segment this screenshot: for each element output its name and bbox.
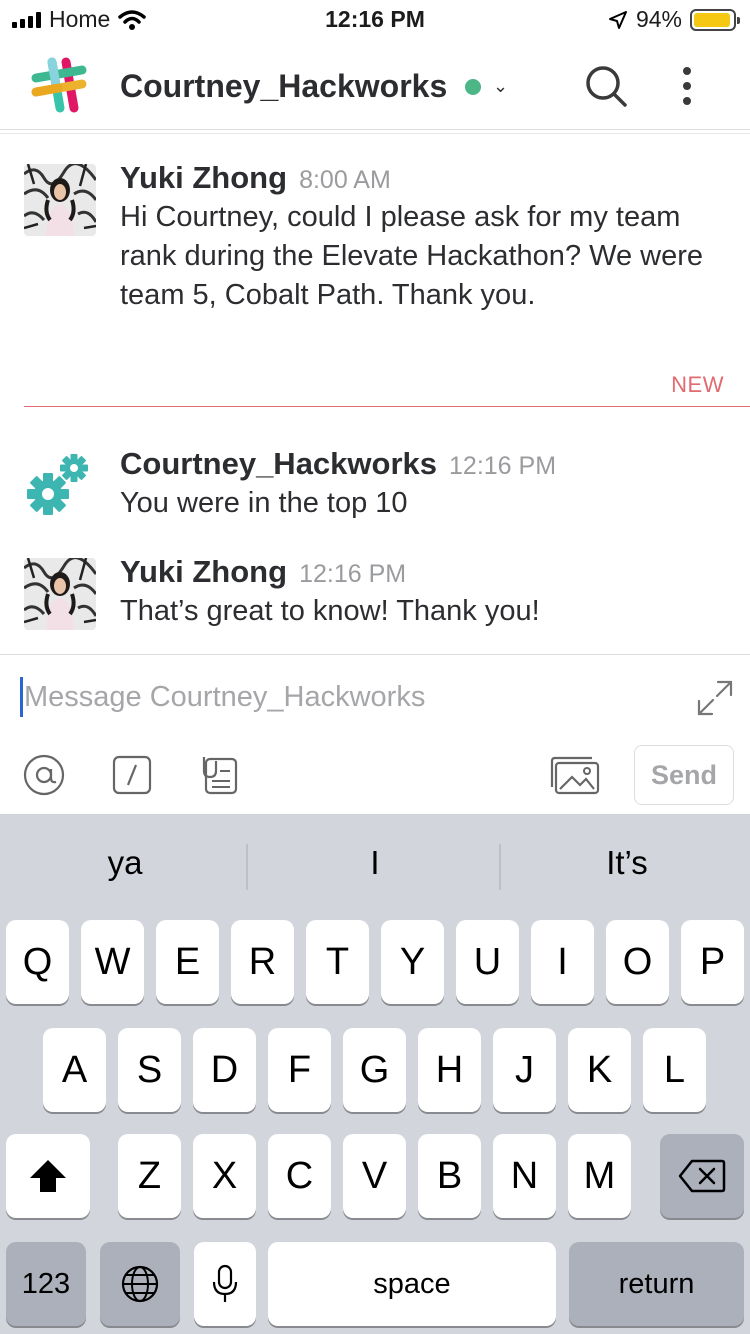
author-name[interactable]: Yuki Zhong xyxy=(120,160,287,195)
return-key[interactable]: return xyxy=(569,1242,744,1326)
slack-logo-icon[interactable] xyxy=(30,56,88,114)
key-s[interactable]: S xyxy=(118,1028,181,1112)
message-timestamp: 12:16 PM xyxy=(299,560,407,588)
message-timestamp: 12:16 PM xyxy=(449,452,557,480)
expand-icon[interactable] xyxy=(696,679,734,717)
photo-icon[interactable] xyxy=(550,753,600,797)
key-v[interactable]: V xyxy=(343,1134,406,1218)
location-arrow-icon xyxy=(608,10,627,29)
key-r[interactable]: R xyxy=(231,920,294,1004)
message-author[interactable]: Yuki Zhong 12:16 PM xyxy=(120,554,406,590)
suggestion-item[interactable]: I xyxy=(250,844,500,882)
new-messages-label: NEW xyxy=(671,372,724,397)
key-f[interactable]: F xyxy=(268,1028,331,1112)
key-k[interactable]: K xyxy=(568,1028,631,1112)
numbers-key[interactable]: 123 xyxy=(6,1242,86,1326)
text-cursor xyxy=(20,677,23,717)
key-y[interactable]: Y xyxy=(381,920,444,1004)
author-name[interactable]: Yuki Zhong xyxy=(120,554,287,589)
message-text: That’s great to know! Thank you! xyxy=(120,595,540,627)
message-input[interactable] xyxy=(24,675,664,719)
battery-icon xyxy=(690,8,740,31)
key-i[interactable]: I xyxy=(531,920,594,1004)
microphone-icon xyxy=(212,1264,238,1302)
status-bar: Home 12:16 PM 94% xyxy=(0,0,750,40)
key-c[interactable]: C xyxy=(268,1134,331,1218)
suggestion-item[interactable]: It’s xyxy=(502,844,750,882)
suggestion-divider xyxy=(499,844,501,890)
slash-command-icon[interactable] xyxy=(110,753,154,797)
key-o[interactable]: O xyxy=(606,920,669,1004)
globe-icon xyxy=(121,1265,159,1303)
message-text: You were in the top 10 xyxy=(120,487,408,519)
key-g[interactable]: G xyxy=(343,1028,406,1112)
channel-title[interactable]: Courtney_Hackworks xyxy=(120,68,447,105)
battery-fill xyxy=(694,12,730,27)
battery-percent: 94% xyxy=(635,6,682,32)
avatar[interactable] xyxy=(24,164,96,236)
attachment-icon[interactable] xyxy=(196,753,240,797)
message-composer: Send xyxy=(0,654,750,814)
key-z[interactable]: Z xyxy=(118,1134,181,1218)
globe-key[interactable] xyxy=(100,1242,180,1326)
status-right: 94% xyxy=(608,6,740,33)
key-x[interactable]: X xyxy=(193,1134,256,1218)
message-text: Hi Courtney, could I please ask for my t… xyxy=(120,201,704,311)
key-w[interactable]: W xyxy=(81,920,144,1004)
key-q[interactable]: Q xyxy=(6,920,69,1004)
key-t[interactable]: T xyxy=(306,920,369,1004)
key-a[interactable]: A xyxy=(43,1028,106,1112)
key-l[interactable]: L xyxy=(643,1028,706,1112)
key-e[interactable]: E xyxy=(156,920,219,1004)
send-button[interactable]: Send xyxy=(634,745,734,805)
suggestion-item[interactable]: ya xyxy=(0,844,250,882)
author-name[interactable]: Courtney_Hackworks xyxy=(120,446,437,481)
keyboard: ya I It’s Q W E R T Y U I O P A S D F G … xyxy=(0,814,750,1334)
chevron-down-icon[interactable]: ⌄ xyxy=(493,76,508,97)
key-h[interactable]: H xyxy=(418,1028,481,1112)
suggestion-divider xyxy=(246,844,248,890)
key-m[interactable]: M xyxy=(568,1134,631,1218)
avatar[interactable] xyxy=(24,558,96,630)
shift-key[interactable] xyxy=(6,1134,90,1218)
more-options-icon[interactable] xyxy=(672,64,702,108)
key-j[interactable]: J xyxy=(493,1028,556,1112)
predictive-bar: ya I It’s xyxy=(0,814,750,914)
channel-header: Courtney_Hackworks ⌄ xyxy=(0,40,750,134)
backspace-icon xyxy=(678,1159,726,1193)
key-b[interactable]: B xyxy=(418,1134,481,1218)
new-messages-divider xyxy=(24,406,750,407)
key-u[interactable]: U xyxy=(456,920,519,1004)
key-d[interactable]: D xyxy=(193,1028,256,1112)
message-author[interactable]: Yuki Zhong 8:00 AM xyxy=(120,160,391,196)
mention-icon[interactable] xyxy=(22,753,66,797)
shift-icon xyxy=(30,1160,66,1192)
key-n[interactable]: N xyxy=(493,1134,556,1218)
space-key[interactable]: space xyxy=(268,1242,556,1326)
search-icon[interactable] xyxy=(584,64,628,108)
delete-key[interactable] xyxy=(660,1134,744,1218)
message-author[interactable]: Courtney_Hackworks 12:16 PM xyxy=(120,446,556,482)
message-timestamp: 8:00 AM xyxy=(299,166,391,194)
presence-dot xyxy=(465,79,481,95)
gears-icon[interactable] xyxy=(24,450,96,522)
key-p[interactable]: P xyxy=(681,920,744,1004)
dictation-key[interactable] xyxy=(194,1242,256,1326)
